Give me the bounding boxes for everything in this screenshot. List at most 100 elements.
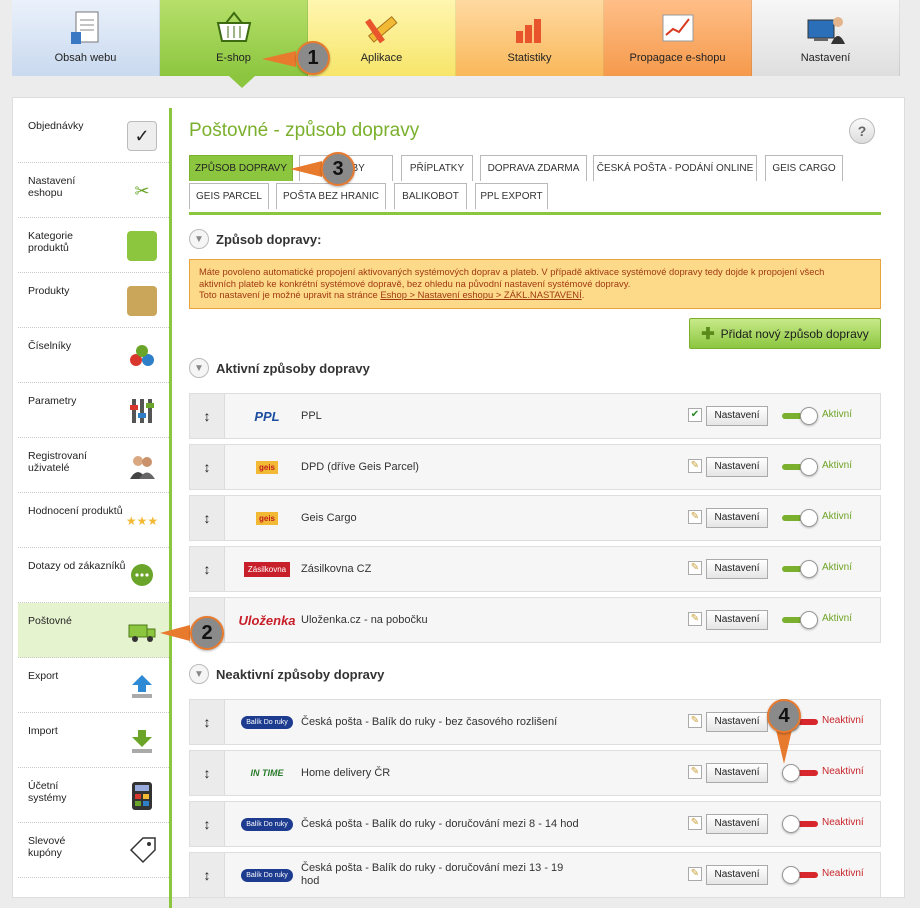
callout-4-pointer <box>776 730 792 764</box>
edit-note-icon[interactable]: ✎ <box>688 612 702 626</box>
clipboard-icon: ✓ <box>127 121 157 151</box>
edit-note-icon[interactable]: ✎ <box>688 459 702 473</box>
sidebar-item-import[interactable]: Import <box>18 713 169 768</box>
drag-handle-icon[interactable]: ↕ <box>190 445 225 489</box>
drag-handle-icon[interactable]: ↕ <box>190 751 225 795</box>
callout-3-pointer <box>290 161 322 177</box>
edit-note-icon[interactable]: ✎ <box>688 867 702 881</box>
edit-note-icon[interactable]: ✎ <box>688 561 702 575</box>
status-label: Neaktivní <box>822 715 864 726</box>
nav-tab-obsah-webu[interactable]: Obsah webu <box>12 0 160 76</box>
edit-note-icon[interactable]: ✎ <box>688 714 702 728</box>
drag-handle-icon[interactable]: ↕ <box>190 853 225 897</box>
tab-ceska-posta-podani[interactable]: Česká pošta - podání online <box>593 155 757 181</box>
tab-geis-cargo[interactable]: Geis cargo <box>765 155 843 181</box>
shipping-name: Česká pošta - Balík do ruky - doručování… <box>301 817 579 830</box>
section-heading-inactive: ▼ Neaktivní způsoby dopravy <box>189 664 384 684</box>
checkbox-checked-icon[interactable]: ✔ <box>688 408 702 422</box>
notice-line: aktivních plateb ke konkrétní systémové … <box>199 277 631 289</box>
notice-text-end: . <box>581 289 585 300</box>
ceska-posta-logo: Balík Do ruky <box>240 814 294 834</box>
sidebar-item-export[interactable]: Export <box>18 658 169 713</box>
status-toggle[interactable] <box>782 815 818 833</box>
tab-zpusob-dopravy[interactable]: Způsob dopravy <box>189 155 293 181</box>
sidebar-item-label: Import <box>28 725 58 737</box>
growth-chart-icon <box>658 8 698 48</box>
sidebar-item-ucetni[interactable]: Účetní systémy <box>18 768 169 823</box>
status-label: Aktivní <box>822 460 853 471</box>
shipping-name: Zásilkovna CZ <box>301 562 372 575</box>
sidebar-item-nastaveni-eshopu[interactable]: Nastavení eshopu ✂ <box>18 163 169 218</box>
drag-handle-icon[interactable]: ↕ <box>190 547 225 591</box>
sidebar-item-dotazy[interactable]: Dotazy od zákazníků <box>18 548 169 603</box>
bar-chart-icon <box>510 8 550 48</box>
status-toggle[interactable] <box>782 764 818 782</box>
help-icon[interactable]: ? <box>849 118 875 144</box>
tab-balikobot[interactable]: Balikobot <box>394 183 467 209</box>
status-label: Neaktivní <box>822 868 864 879</box>
status-toggle[interactable] <box>782 560 818 578</box>
shipping-row-inactive: ↕ Balík Do ruky Česká pošta - Balík do r… <box>189 801 881 847</box>
sidebar-item-parametry[interactable]: Parametry <box>18 383 169 438</box>
drag-handle-icon[interactable]: ↕ <box>190 496 225 540</box>
sidebar-item-registrovani[interactable]: Registrovaní uživatelé <box>18 438 169 493</box>
tools-icon: ✂ <box>134 181 150 201</box>
sidebar-item-kategorie[interactable]: Kategorie produktů <box>18 218 169 273</box>
main-panel: Objednávky ✓ Nastavení eshopu ✂ Kategorie … <box>12 97 905 908</box>
tab-posta-bez-hranic[interactable]: Pošta bez hranic <box>276 183 386 209</box>
status-label: Aktivní <box>822 511 853 522</box>
tab-ppl-export[interactable]: PPL export <box>475 183 548 209</box>
settings-button[interactable]: Nastavení <box>706 865 768 885</box>
status-toggle[interactable] <box>782 509 818 527</box>
nav-tab-label: Aplikace <box>360 52 403 64</box>
settings-button[interactable]: Nastavení <box>706 712 768 732</box>
notice-line: Toto nastavení je možné upravit na strán… <box>199 289 871 301</box>
settings-button[interactable]: Nastavení <box>706 559 768 579</box>
status-toggle[interactable] <box>782 866 818 884</box>
settings-button[interactable]: Nastavení <box>706 814 768 834</box>
settings-button[interactable]: Nastavení <box>706 457 768 477</box>
drag-handle-icon[interactable]: ↕ <box>190 802 225 846</box>
chevron-down-icon: ▼ <box>189 664 209 684</box>
add-shipping-method-button[interactable]: ✚ Přidat nový způsob dopravy <box>689 318 881 349</box>
notice-settings-link[interactable]: Eshop > Nastavení eshopu > ZÁKL.NASTAVEN… <box>380 289 581 300</box>
drag-handle-icon[interactable]: ↕ <box>190 394 225 438</box>
nav-tab-aplikace[interactable]: Aplikace <box>308 0 456 76</box>
drag-handle-icon[interactable]: ↕ <box>190 700 225 744</box>
edit-note-icon[interactable]: ✎ <box>688 510 702 524</box>
sidebar-item-slevove[interactable]: Slevové kupóny <box>18 823 169 878</box>
nav-tab-nastaveni[interactable]: Nastavení <box>752 0 900 76</box>
tab-priplatky[interactable]: Příplatky <box>401 155 473 181</box>
tab-doprava-zdarma[interactable]: Doprava zdarma <box>480 155 587 181</box>
shipping-row-active: ↕ geis DPD (dříve Geis Parcel) ✎ Nastave… <box>189 444 881 490</box>
callout-3: 3 <box>321 152 355 186</box>
section-title: Neaktivní způsoby dopravy <box>216 666 385 682</box>
status-toggle[interactable] <box>782 407 818 425</box>
nav-tab-propagace[interactable]: Propagace e-shopu <box>604 0 752 76</box>
upload-arrow-icon <box>127 671 157 701</box>
ppl-logo: PPL <box>254 408 280 424</box>
sidebar-item-ciselniky[interactable]: Číselníky <box>18 328 169 383</box>
sidebar-item-hodnoceni[interactable]: Hodnocení produktů ★★★ <box>18 493 169 548</box>
truck-icon <box>127 616 157 646</box>
settings-button[interactable]: Nastavení <box>706 763 768 783</box>
settings-button[interactable]: Nastavení <box>706 610 768 630</box>
sidebar-item-label: Poštovné <box>28 615 72 627</box>
sidebar-item-postovne[interactable]: Poštovné <box>18 603 169 658</box>
numbers-icon <box>127 341 157 371</box>
status-toggle[interactable] <box>782 458 818 476</box>
sidebar-item-label: Produkty <box>28 285 70 297</box>
settings-button[interactable]: Nastavení <box>706 508 768 528</box>
settings-button[interactable]: Nastavení <box>706 406 768 426</box>
edit-note-icon[interactable]: ✎ <box>688 765 702 779</box>
edit-note-icon[interactable]: ✎ <box>688 816 702 830</box>
sidebar-item-label: Dotazy od zákazníků <box>28 560 126 572</box>
sidebar-item-objednavky[interactable]: Objednávky ✓ <box>18 108 169 163</box>
status-toggle[interactable] <box>782 611 818 629</box>
nav-tab-statistiky[interactable]: Statistiky <box>456 0 604 76</box>
page-title: Poštovné - způsob dopravy <box>189 120 420 141</box>
tab-geis-parcel[interactable]: Geis parcel <box>189 183 269 209</box>
callout-2: 2 <box>190 616 224 650</box>
sidebar-item-produkty[interactable]: Produkty <box>18 273 169 328</box>
status-label: Aktivní <box>822 613 853 624</box>
